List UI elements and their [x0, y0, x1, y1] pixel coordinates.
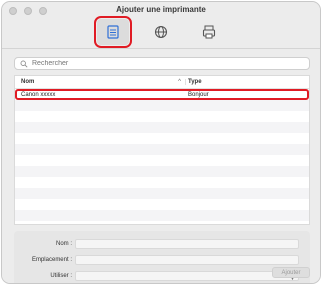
printer-name-cell: Canon xxxxx — [21, 91, 56, 98]
table-body: Canon xxxxx Bonjour — [15, 89, 309, 221]
search-input[interactable] — [32, 60, 292, 67]
windows-printers-tab[interactable] — [193, 19, 225, 45]
printer-details-form: Nom : Emplacement : Utiliser : ▲▼ — [14, 231, 310, 283]
printer-type-cell: Bonjour — [188, 91, 209, 98]
ip-printers-tab[interactable] — [145, 19, 177, 45]
empty-row — [15, 155, 309, 166]
printer-icon — [107, 25, 119, 39]
empty-row — [15, 133, 309, 144]
default-printers-tab[interactable] — [94, 16, 132, 48]
empty-row — [15, 188, 309, 199]
location-label: Emplacement : — [31, 257, 72, 263]
name-label: Nom : — [55, 241, 72, 247]
empty-row — [15, 210, 309, 221]
column-header-name[interactable]: Nom ^ — [15, 79, 185, 85]
printer-alt-icon — [202, 25, 216, 39]
toolbar — [2, 16, 320, 48]
add-button[interactable]: Ajouter — [272, 267, 310, 278]
table-header: Nom ^ Type — [15, 76, 309, 89]
globe-icon — [154, 25, 168, 39]
search-icon — [19, 59, 29, 69]
empty-row — [15, 199, 309, 210]
add-printer-window: Ajouter une imprimante Rechercher Nom ^ … — [1, 1, 321, 284]
empty-row — [15, 177, 309, 188]
content-area: Nom ^ Type Canon xxxxx Bonjour — [2, 49, 320, 283]
empty-row — [15, 122, 309, 133]
column-name-label: Nom — [21, 79, 35, 85]
window-title: Ajouter une imprimante — [116, 5, 206, 14]
column-type-label: Type — [188, 79, 202, 85]
location-field[interactable] — [75, 255, 299, 265]
table-row[interactable]: Canon xxxxx Bonjour — [15, 89, 309, 100]
form-row-name: Nom : — [14, 239, 310, 249]
name-field[interactable] — [75, 239, 299, 249]
form-row-location: Emplacement : — [14, 255, 310, 265]
search-field[interactable] — [14, 57, 310, 70]
use-label: Utiliser : — [50, 273, 72, 279]
column-header-type[interactable]: Type — [185, 79, 202, 85]
form-row-use: Utiliser : ▲▼ — [14, 271, 310, 282]
sort-indicator-icon: ^ — [178, 79, 181, 85]
use-select[interactable]: ▲▼ — [75, 271, 299, 282]
empty-row — [15, 144, 309, 155]
printer-table: Nom ^ Type Canon xxxxx Bonjour — [14, 75, 310, 225]
title-bar: Ajouter une imprimante — [2, 2, 320, 49]
empty-row — [15, 111, 309, 122]
empty-row — [15, 100, 309, 111]
empty-row — [15, 166, 309, 177]
